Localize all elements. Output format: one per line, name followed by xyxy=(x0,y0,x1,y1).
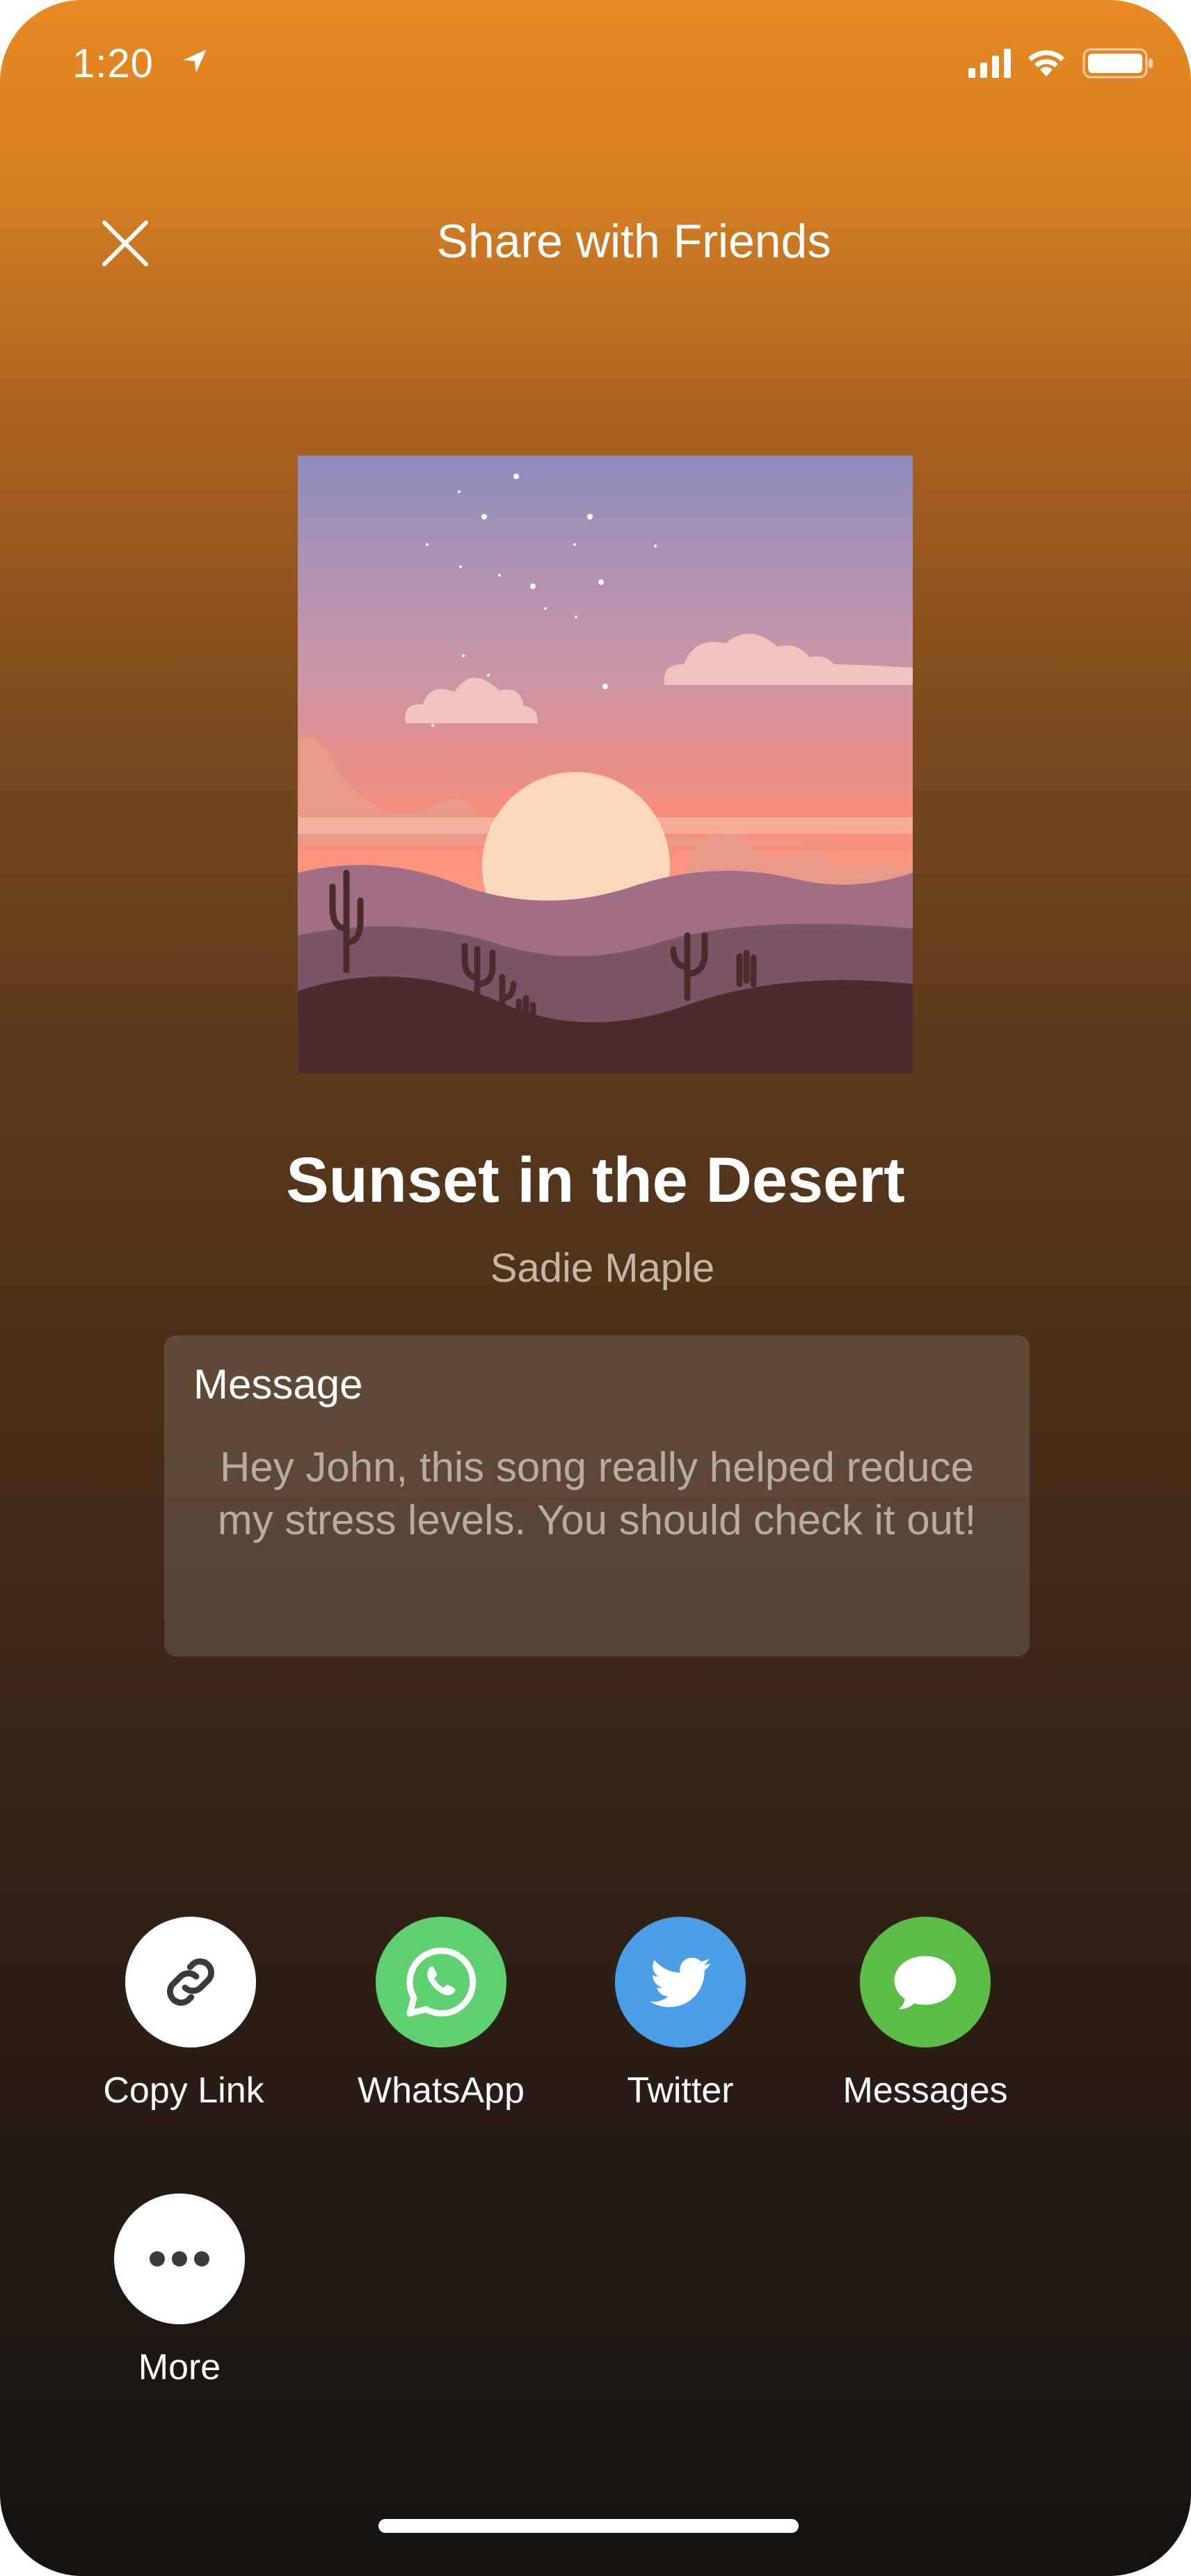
wifi-icon xyxy=(1028,50,1064,77)
share-label: WhatsApp xyxy=(358,2070,525,2111)
page-title: Share with Friends xyxy=(436,215,831,268)
share-label: Copy Link xyxy=(103,2070,264,2111)
twitter-bird-icon xyxy=(615,1917,746,2047)
whatsapp-icon xyxy=(376,1917,506,2047)
ellipsis-icon xyxy=(114,2193,245,2324)
location-arrow-icon xyxy=(183,49,207,73)
home-indicator[interactable] xyxy=(378,2519,799,2533)
message-field[interactable]: Message Hey John, this song really helpe… xyxy=(164,1335,1030,1657)
song-title: Sunset in the Desert xyxy=(286,1145,905,1216)
share-label: Twitter xyxy=(627,2070,734,2111)
battery-icon xyxy=(1082,48,1153,79)
song-artist: Sadie Maple xyxy=(490,1246,715,1291)
message-text[interactable]: Hey John, this song really helped reduce… xyxy=(206,1441,988,1547)
signal-icon xyxy=(968,49,1011,78)
album-artwork xyxy=(298,456,913,1073)
share-label: Messages xyxy=(842,2070,1008,2111)
status-time: 1:20 xyxy=(72,41,154,86)
link-icon xyxy=(125,1917,256,2047)
speech-bubble-icon xyxy=(860,1917,991,2047)
share-label: More xyxy=(138,2347,221,2388)
share-screen: 1:20 Share with Friends Sunset in the De… xyxy=(0,0,1191,2576)
message-label: Message xyxy=(193,1361,363,1408)
